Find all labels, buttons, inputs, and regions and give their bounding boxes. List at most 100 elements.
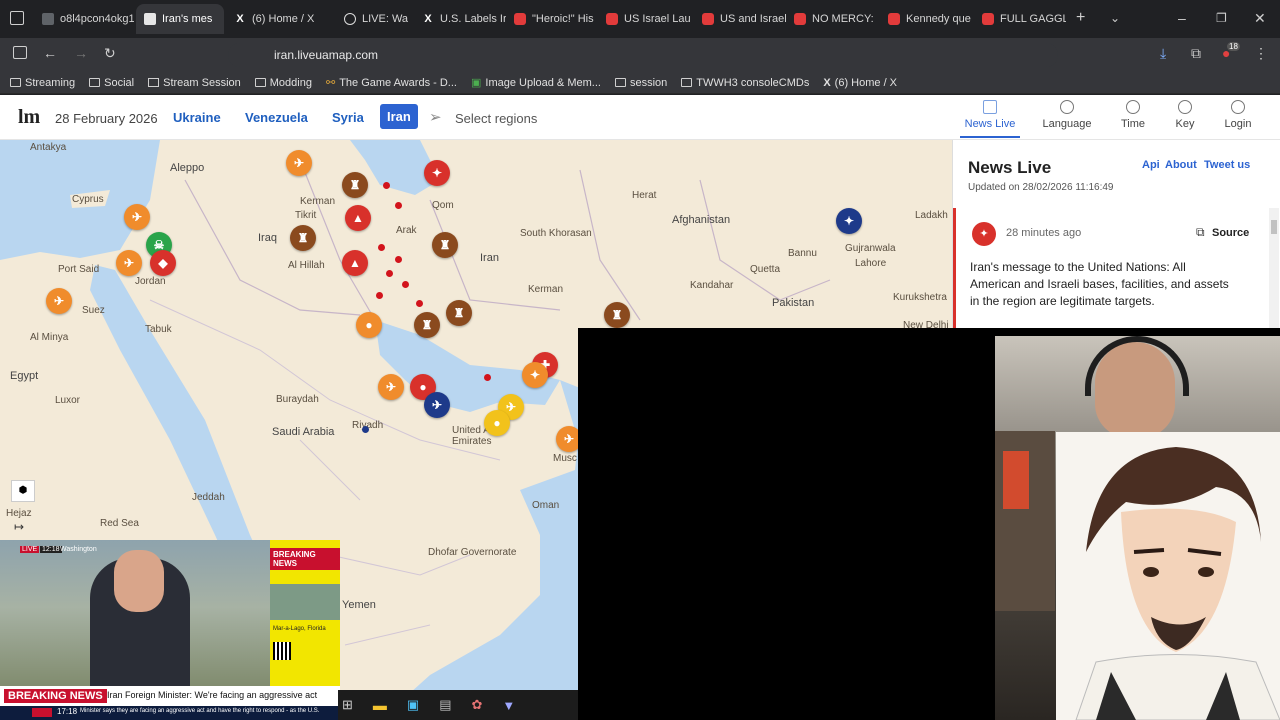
api-link[interactable]: Api [1142, 159, 1160, 171]
attack-marker[interactable]: ✦ [522, 362, 548, 388]
header-language[interactable]: Language [1037, 100, 1097, 130]
event-dot[interactable] [402, 281, 409, 288]
attack-marker[interactable]: ♜ [432, 232, 458, 258]
scrollbar[interactable] [1269, 208, 1279, 328]
event-dot[interactable] [416, 300, 423, 307]
event-dot[interactable] [383, 182, 390, 189]
back-icon[interactable]: ← [43, 45, 57, 61]
header-key[interactable]: Key [1155, 100, 1215, 130]
tab-search-chevron-icon[interactable]: ⌄ [1110, 10, 1120, 26]
file-explorer-icon[interactable]: ▬ [373, 697, 387, 713]
bookmark-twwh3[interactable]: TWWH3 consoleCMDs [681, 77, 809, 89]
menu-icon[interactable]: ⋮ [1254, 45, 1268, 61]
event-dot[interactable] [376, 292, 383, 299]
header-news-live[interactable]: News Live [960, 100, 1020, 138]
attack-marker[interactable]: ◆ [150, 250, 176, 276]
app-icon[interactable]: ▤ [439, 697, 451, 713]
minimize-icon[interactable]: – [1178, 10, 1186, 26]
bookmark-session[interactable]: session [614, 77, 667, 89]
event-dot[interactable] [362, 426, 369, 433]
attack-marker[interactable]: ♜ [342, 172, 368, 198]
tab-4[interactable]: LIVE: Wa [336, 4, 414, 34]
site-logo[interactable]: lm [18, 106, 40, 129]
map-label: Qom [432, 200, 454, 211]
select-regions[interactable]: Select regions [455, 111, 537, 126]
extensions-icon[interactable]: ⧉ [1191, 45, 1201, 61]
restore-icon[interactable]: ❐ [1216, 10, 1227, 26]
attack-marker[interactable]: ♜ [414, 312, 440, 338]
reload-icon[interactable]: ↻ [104, 45, 116, 61]
attack-marker[interactable]: ✈ [286, 150, 312, 176]
nav-syria[interactable]: Syria [332, 110, 364, 125]
tab-7[interactable]: US Israel Lau [598, 4, 690, 34]
attack-marker[interactable]: ✦ [836, 208, 862, 234]
event-dot[interactable] [378, 244, 385, 251]
task-view-icon[interactable]: ⊞ [342, 697, 353, 713]
tab-5[interactable]: X U.S. Labels Ir [414, 4, 506, 34]
attack-marker[interactable]: ▲ [345, 205, 371, 231]
tab-bar: o8l4pcon4okg1.jp Iran's mes✕ X(6) Home /… [0, 0, 1280, 38]
bookmark-modding[interactable]: Modding [254, 77, 312, 89]
sidebar-icon[interactable] [13, 46, 27, 59]
select-regions-icon[interactable]: ➢ [429, 108, 442, 126]
map-label: Yemen [342, 599, 376, 611]
photos-icon[interactable]: ▣ [407, 697, 419, 713]
nav-venezuela[interactable]: Venezuela [245, 110, 308, 125]
event-dot[interactable] [395, 202, 402, 209]
youtube-icon [794, 13, 806, 25]
download-icon[interactable]: ⤓ [1160, 45, 1166, 61]
attack-marker[interactable]: ● [356, 312, 382, 338]
attack-marker[interactable]: ✈ [424, 392, 450, 418]
attack-marker[interactable]: ▲ [342, 250, 368, 276]
close-window-icon[interactable]: ✕ [1254, 10, 1266, 26]
ticker-label: BREAKING NEWS [4, 689, 107, 703]
bookmark-game-awards[interactable]: ⚯ The Game Awards - D... [326, 76, 457, 90]
app-icon-3[interactable]: ▼ [502, 698, 515, 713]
attack-marker[interactable]: ✈ [124, 204, 150, 230]
tweet-us-link[interactable]: Tweet us [1204, 159, 1250, 171]
about-link[interactable]: About [1165, 159, 1197, 171]
header-time[interactable]: Time [1103, 100, 1163, 130]
attack-marker[interactable]: ♜ [446, 300, 472, 326]
attack-marker[interactable]: ✈ [46, 288, 72, 314]
ticker-time: 17:18 [57, 707, 78, 716]
attack-marker[interactable]: ✈ [378, 374, 404, 400]
bookmark-x-home[interactable]: X (6) Home / X [823, 77, 897, 89]
tab-8[interactable]: US and Israel [694, 4, 786, 34]
tab-9[interactable]: NO MERCY: [786, 4, 878, 34]
tab-3[interactable]: X (6) Home / X [226, 4, 326, 34]
attack-marker[interactable]: ✈ [116, 250, 142, 276]
url-bar[interactable]: iran.liveuamap.com [228, 43, 1058, 67]
tab-1[interactable]: o8l4pcon4okg1.jp [34, 4, 134, 34]
forward-icon[interactable]: → [74, 45, 88, 61]
event-dot[interactable] [484, 374, 491, 381]
expand-arrows-icon[interactable]: ↦ [14, 520, 24, 534]
tab-11[interactable]: FULL GAGGL [974, 4, 1066, 34]
news-item[interactable]: ✦ 28 minutes ago ⧉ Source Iran's message… [953, 208, 1269, 328]
header-login[interactable]: Login [1208, 100, 1268, 130]
tab-10[interactable]: Kennedy que [880, 4, 972, 34]
attack-marker[interactable]: ✦ [424, 160, 450, 186]
tab-actions-icon[interactable] [10, 11, 24, 25]
scroll-thumb[interactable] [1271, 220, 1277, 234]
tab-6[interactable]: "Heroic!" His [506, 4, 596, 34]
bookmark-stream-session[interactable]: Stream Session [148, 77, 241, 89]
bookmark-image-upload[interactable]: ▣ Image Upload & Mem... [471, 76, 601, 90]
attack-marker[interactable]: ♜ [604, 302, 630, 328]
event-dot[interactable] [395, 256, 402, 263]
nav-iran[interactable]: Iran [380, 104, 418, 129]
bookmark-streaming[interactable]: Streaming [10, 77, 75, 89]
map-tool-button[interactable]: ⬢ [11, 480, 35, 502]
tab-2-active[interactable]: Iran's mes✕ [136, 4, 224, 34]
external-link-icon[interactable]: ⧉ [1196, 225, 1205, 240]
ticker-sub: Minister says they are facing an aggress… [80, 708, 320, 714]
bookmark-social[interactable]: Social [89, 77, 134, 89]
attack-marker[interactable]: ♜ [290, 225, 316, 251]
event-dot[interactable] [386, 270, 393, 277]
nav-ukraine[interactable]: Ukraine [173, 110, 221, 125]
attack-marker[interactable]: ● [484, 410, 510, 436]
app-icon-2[interactable]: ✿ [472, 697, 483, 713]
current-date[interactable]: 28 February 2026 [55, 111, 158, 126]
source-link[interactable]: Source [1212, 227, 1249, 239]
new-tab-icon[interactable]: + [1076, 10, 1085, 26]
